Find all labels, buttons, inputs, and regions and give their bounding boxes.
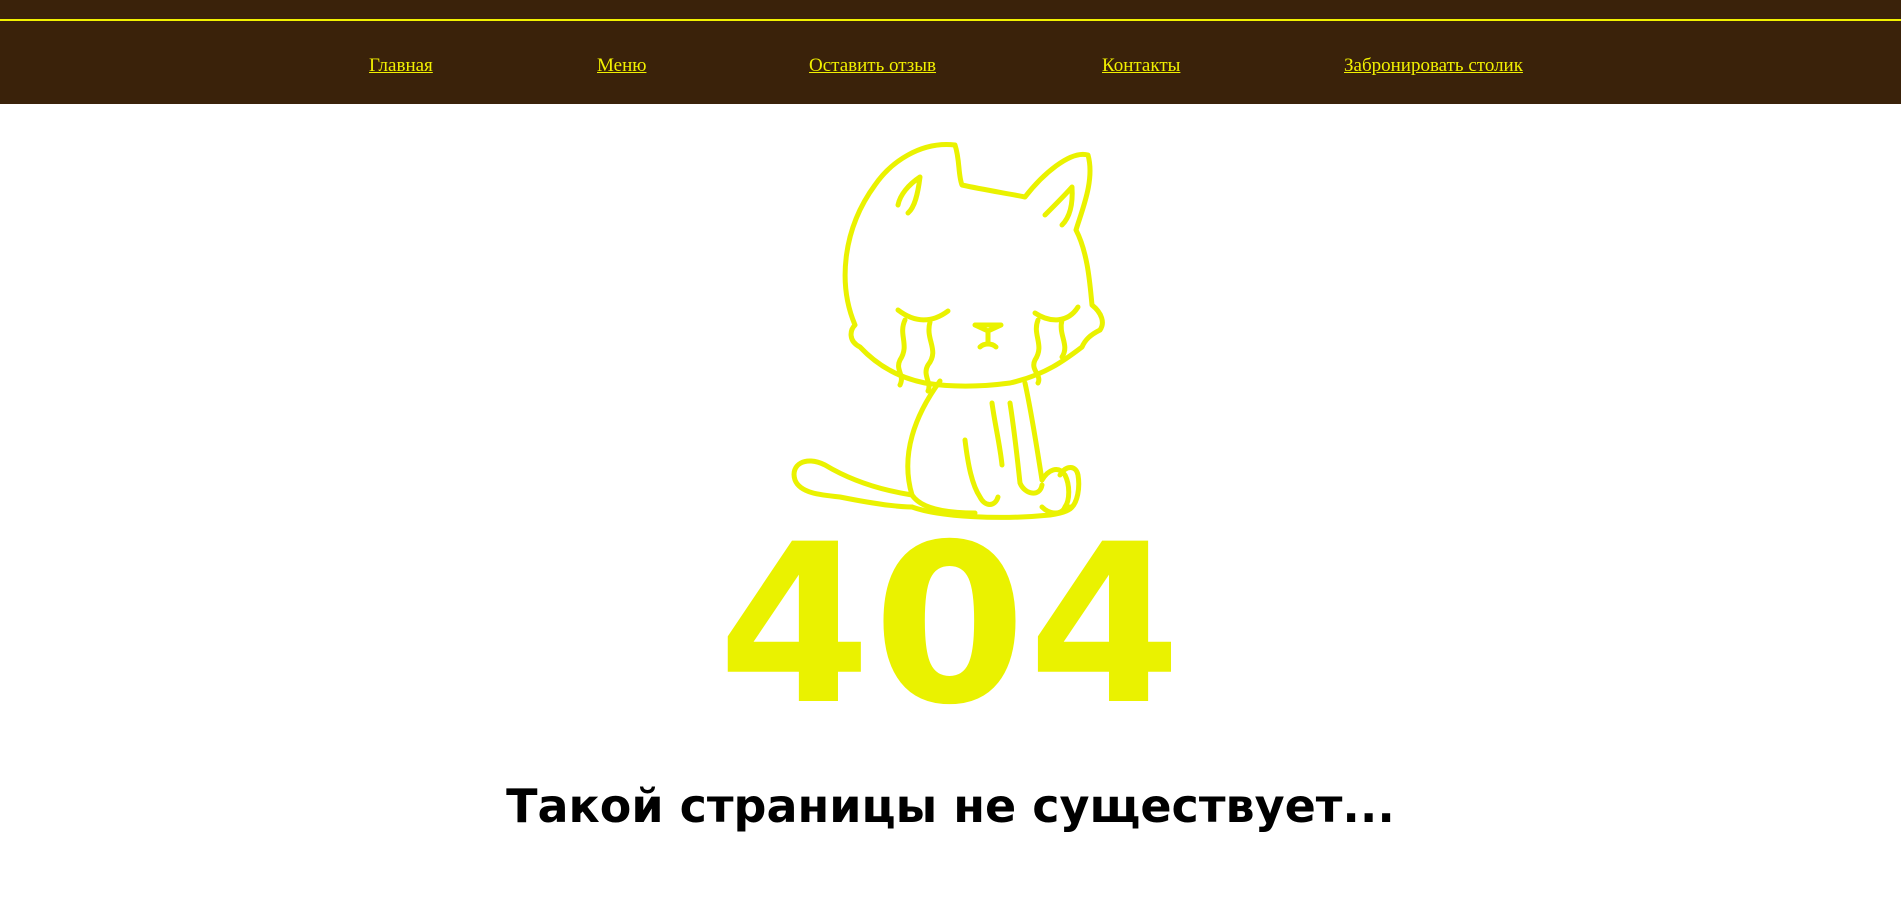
error-message: Такой страницы не существует... — [506, 779, 1395, 833]
nav-link-book-table[interactable]: Забронировать столик — [1344, 55, 1523, 77]
top-accent-strip — [0, 0, 1901, 21]
crying-cat-icon — [780, 135, 1120, 520]
nav-link-menu[interactable]: Меню — [597, 55, 646, 77]
error-code: 404 — [717, 497, 1184, 753]
nav-link-home[interactable]: Главная — [369, 55, 433, 77]
main-navbar: Главная Меню Оставить отзыв Контакты Заб… — [0, 21, 1901, 104]
nav-link-leave-review[interactable]: Оставить отзыв — [809, 55, 936, 77]
nav-link-contacts[interactable]: Контакты — [1102, 55, 1180, 77]
